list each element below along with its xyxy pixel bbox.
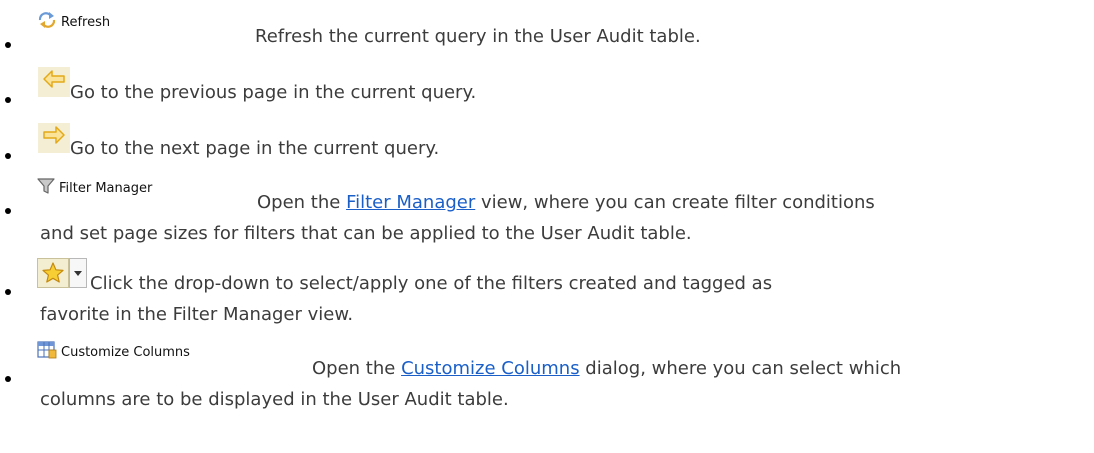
refresh-icon (37, 11, 57, 33)
favorite-filters-control (37, 258, 87, 288)
favorite-filters-button[interactable] (37, 258, 69, 288)
filter-manager-text-before: Open the (257, 192, 347, 213)
filter-manager-text-after: view, where you can create filter condit… (475, 192, 875, 213)
previous-page-description: Go to the previous page in the current q… (70, 82, 477, 103)
filter-manager-button[interactable]: Filter Manager (37, 177, 152, 199)
favorites-description: Click the drop-down to select/apply one … (90, 273, 773, 294)
favorite-star-icon (42, 262, 64, 283)
customize-columns-button-label: Customize Columns (61, 344, 190, 360)
next-page-description: Go to the next page in the current query… (70, 138, 440, 159)
next-page-button[interactable] (38, 123, 70, 153)
refresh-button-label: Refresh (61, 14, 111, 30)
filter-funnel-icon (37, 177, 55, 199)
dropdown-arrow-icon (74, 271, 82, 276)
bullet (5, 376, 11, 382)
customize-columns-text-before: Open the (312, 358, 402, 379)
toolbar-help-list: Refresh Refresh the current query in the… (0, 0, 1094, 453)
bullet (5, 42, 11, 48)
favorite-filters-dropdown[interactable] (69, 258, 87, 288)
filter-manager-description-continuation: and set page sizes for filters that can … (40, 223, 692, 244)
refresh-button[interactable]: Refresh (37, 11, 110, 33)
filter-manager-button-label: Filter Manager (59, 180, 153, 196)
customize-columns-button[interactable]: Customize Columns (37, 341, 190, 363)
customize-columns-description: Open the Customize Columns dialog, where… (312, 358, 901, 380)
bullet (5, 208, 11, 214)
customize-columns-icon (37, 341, 57, 363)
customize-columns-link[interactable]: Customize Columns (401, 358, 580, 379)
customize-columns-text-after: dialog, where you can select which (579, 358, 902, 379)
filter-manager-description: Open the Filter Manager view, where you … (257, 192, 875, 214)
bullet (5, 289, 11, 295)
previous-page-arrow-icon (43, 70, 65, 88)
customize-columns-description-continuation: columns are to be displayed in the User … (40, 389, 509, 410)
refresh-description: Refresh the current query in the User Au… (255, 26, 701, 47)
filter-manager-link[interactable]: Filter Manager (346, 192, 475, 213)
next-page-arrow-icon (43, 126, 65, 144)
bullet (5, 97, 11, 103)
previous-page-button[interactable] (38, 67, 70, 97)
bullet (5, 153, 11, 159)
favorites-description-continuation: favorite in the Filter Manager view. (40, 304, 354, 325)
